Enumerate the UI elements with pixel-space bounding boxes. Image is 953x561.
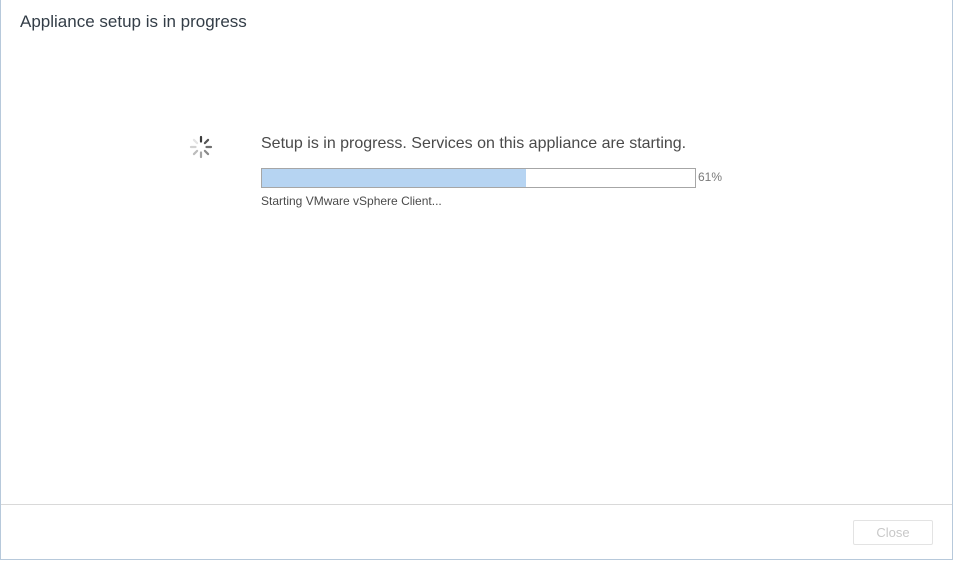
progress-bar-fill	[262, 169, 527, 187]
footer-divider	[1, 504, 952, 505]
setup-dialog: Appliance setup is in progress Setup is …	[0, 0, 953, 560]
progress-bar	[261, 168, 696, 188]
loading-spinner-icon	[189, 135, 213, 159]
close-button[interactable]: Close	[853, 520, 933, 545]
progress-percent-label: 61%	[698, 170, 723, 184]
dialog-title-bar: Appliance setup is in progress	[1, 0, 952, 40]
progress-detail-text: Starting VMware vSphere Client...	[261, 194, 442, 208]
dialog-title: Appliance setup is in progress	[20, 12, 247, 31]
status-message: Setup is in progress. Services on this a…	[261, 135, 687, 152]
